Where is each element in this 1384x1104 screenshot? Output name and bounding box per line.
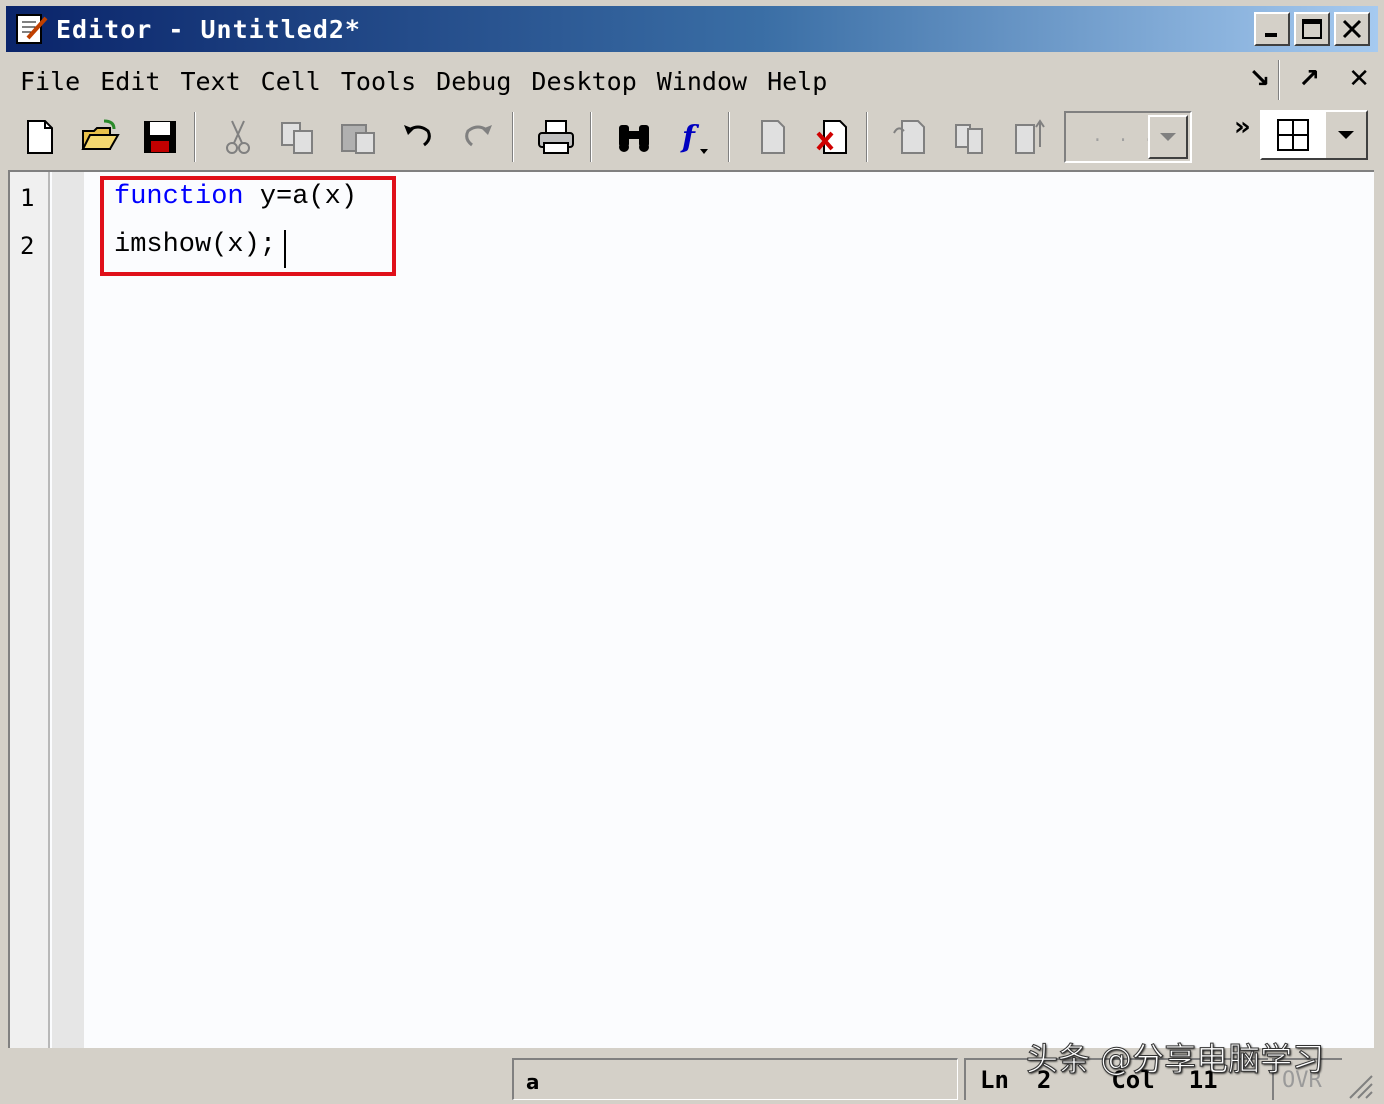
step-icon	[893, 120, 925, 154]
menu-edit[interactable]: Edit	[100, 67, 160, 96]
annotation-highlight-box	[100, 176, 396, 276]
close-icon[interactable]: ✕	[1348, 64, 1370, 94]
redo-icon	[465, 125, 492, 147]
line-gutter: 1 2	[10, 172, 84, 1048]
cut-button[interactable]	[212, 111, 264, 163]
toolbar-overflow-button[interactable]: »	[1234, 112, 1251, 142]
menu-cell[interactable]: Cell	[261, 67, 321, 96]
print-icon	[538, 120, 574, 154]
close-icon	[1342, 19, 1362, 39]
step-button[interactable]	[884, 111, 936, 163]
editor-window: Editor - Untitled2* File Edit Text Cell …	[0, 0, 1384, 1104]
layout-dropdown[interactable]	[1324, 112, 1366, 158]
menu-file[interactable]: File	[20, 67, 80, 96]
menu-bar: File Edit Text Cell Tools Debug Desktop …	[6, 58, 1378, 104]
menu-desktop[interactable]: Desktop	[531, 67, 636, 96]
step-out-button[interactable]	[1004, 111, 1056, 163]
stack-combo-value: . . .	[1092, 127, 1157, 147]
step-in-button[interactable]	[944, 111, 996, 163]
paste-button[interactable]	[332, 111, 384, 163]
line-number: 2	[20, 232, 35, 260]
undo-button[interactable]	[392, 111, 444, 163]
tile-grid-icon	[1277, 119, 1309, 151]
paste-icon	[341, 124, 375, 154]
minimize-icon	[1265, 33, 1277, 37]
clear-breakpoint-button[interactable]	[806, 111, 858, 163]
open-folder-icon	[81, 119, 120, 150]
window-title: Editor - Untitled2*	[56, 14, 361, 44]
editor-app-icon	[14, 12, 48, 46]
new-file-button[interactable]	[14, 111, 66, 163]
open-button[interactable]	[74, 111, 126, 163]
function-icon: f	[680, 120, 708, 155]
function-button[interactable]: f	[668, 111, 720, 163]
minimize-button[interactable]	[1254, 12, 1290, 46]
line-number-column	[10, 172, 50, 1048]
watermark: 头条 @分享电脑学习	[1025, 1040, 1325, 1079]
cut-icon	[226, 120, 250, 154]
title-bar[interactable]: Editor - Untitled2*	[6, 6, 1378, 52]
stack-combo[interactable]: . . .	[1064, 111, 1192, 163]
set-breakpoint-button[interactable]	[746, 111, 798, 163]
menu-debug[interactable]: Debug	[436, 67, 511, 96]
chevron-down-icon	[1160, 133, 1176, 141]
toolbar: f . . . »	[6, 106, 1378, 168]
undo-icon	[404, 125, 431, 147]
toolbar-separator	[728, 112, 730, 162]
menu-tools[interactable]: Tools	[341, 67, 416, 96]
menu-window[interactable]: Window	[657, 67, 747, 96]
copy-icon	[281, 122, 313, 154]
find-button[interactable]	[608, 111, 660, 163]
redo-button[interactable]	[452, 111, 504, 163]
copy-button[interactable]	[272, 111, 324, 163]
close-button[interactable]	[1334, 12, 1370, 46]
print-button[interactable]	[530, 111, 582, 163]
undock-icon[interactable]: ↘	[1249, 64, 1271, 94]
line-number: 1	[20, 184, 35, 212]
toolbar-separator	[194, 112, 196, 162]
layout-button[interactable]	[1260, 110, 1368, 160]
menu-text[interactable]: Text	[180, 67, 240, 96]
resize-grip-icon[interactable]	[1344, 1070, 1374, 1100]
save-icon	[144, 121, 176, 153]
maximize-icon	[1302, 19, 1322, 39]
set-breakpoint-icon	[761, 120, 785, 154]
toolbar-separator	[866, 112, 868, 162]
clear-breakpoint-icon	[816, 120, 847, 154]
status-ln-label: Ln	[980, 1066, 1009, 1094]
find-icon	[619, 125, 649, 152]
toolbar-separator	[590, 112, 592, 162]
stack-combo-dropdown[interactable]	[1148, 115, 1188, 159]
step-in-icon	[955, 124, 983, 154]
chevron-down-icon	[1338, 131, 1354, 139]
code-editor[interactable]: 1 2 function y=a(x) imshow(x);	[8, 170, 1374, 1048]
status-function-name: a	[512, 1058, 958, 1100]
maximize-arrow-icon[interactable]: ↗	[1298, 64, 1320, 94]
save-button[interactable]	[134, 111, 186, 163]
menu-help[interactable]: Help	[767, 67, 827, 96]
new-file-icon	[27, 120, 53, 154]
maximize-button[interactable]	[1294, 12, 1330, 46]
toolbar-separator	[512, 112, 514, 162]
svg-text:f: f	[680, 120, 700, 155]
breakpoint-column[interactable]	[52, 172, 84, 1048]
step-out-icon	[1015, 119, 1045, 154]
